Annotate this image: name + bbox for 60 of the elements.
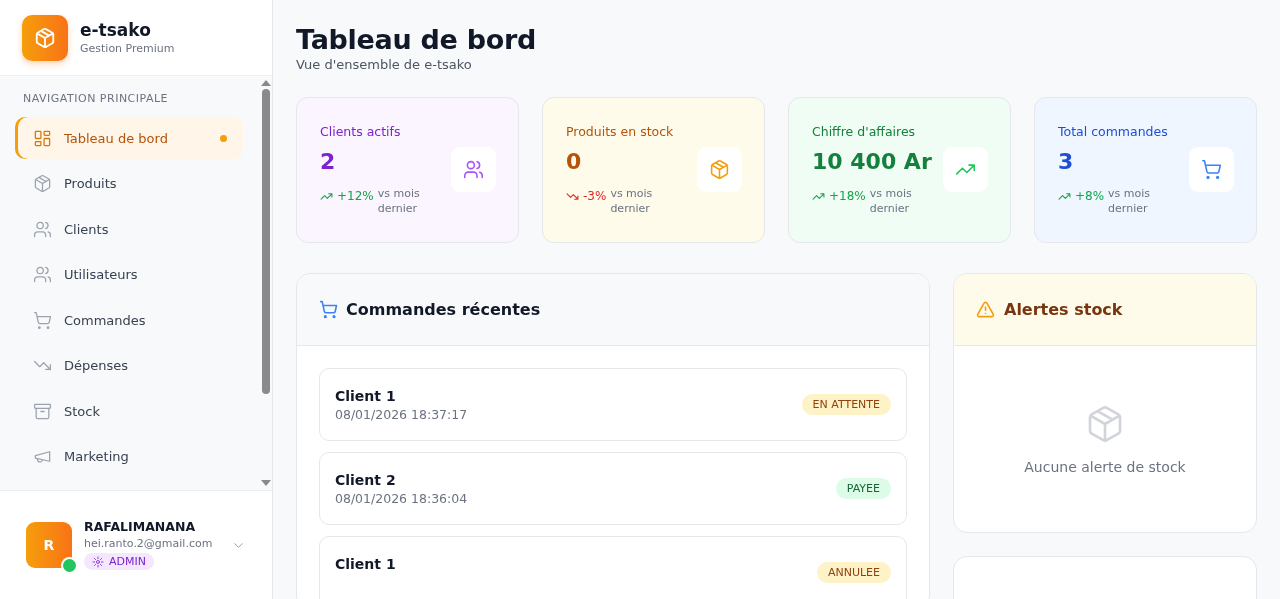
brand-name: e-tsako <box>80 20 152 40</box>
stat-label: Produits en stock <box>566 124 674 139</box>
stat-change: +12% <box>337 189 374 203</box>
cart-icon <box>1201 159 1222 180</box>
order-date: 08/01/2026 18:36:04 <box>335 490 468 506</box>
panel-title: Alertes stock <box>1004 300 1123 319</box>
stat-note: vs mois dernier <box>377 186 421 216</box>
dashboard-icon <box>33 128 52 148</box>
page-title: Tableau de bord <box>296 24 537 55</box>
order-client: Client 2 <box>335 471 397 488</box>
order-date: 08/01/2026 18:37:17 <box>335 406 468 422</box>
stat-change: +18% <box>829 189 866 203</box>
stat-note: vs mois dernier <box>1108 186 1152 216</box>
box-icon <box>34 26 56 49</box>
nav-item[interactable]: Clients <box>15 208 243 250</box>
order-card[interactable]: Client 2 08/01/2026 18:36:04 PAYEE <box>319 452 907 525</box>
order-card[interactable]: Client 1 ANNULEE <box>319 536 907 599</box>
stat-note: vs mois dernier <box>610 186 654 216</box>
status-badge: ANNULEE <box>816 562 891 583</box>
archive-icon <box>33 401 52 421</box>
active-indicator-dot <box>220 134 227 142</box>
nav-item[interactable]: Stock <box>15 390 243 432</box>
nav-item[interactable]: Dépenses <box>15 344 243 387</box>
order-client: Client 1 <box>335 555 396 572</box>
order-client: Client 1 <box>335 387 397 404</box>
warning-icon <box>976 300 995 319</box>
nav-item[interactable]: Utilisateurs <box>15 253 243 296</box>
cart-icon <box>319 300 338 319</box>
stat-label: Total commandes <box>1058 124 1169 139</box>
box-icon <box>709 159 730 180</box>
nav-item[interactable]: Tableau de bord <box>15 117 243 159</box>
nav-item[interactable]: Commandes <box>15 299 243 341</box>
settings-icon <box>92 555 104 568</box>
box-icon <box>33 174 52 193</box>
brand-subtitle: Gestion Premium <box>80 42 175 55</box>
stat-label: Clients actifs <box>320 124 402 139</box>
nav-item[interactable]: Produits <box>15 162 243 205</box>
stat-note: vs mois dernier <box>869 186 913 216</box>
stat-change: -3% <box>583 189 607 203</box>
empty-message: Aucune alerte de stock <box>1024 458 1186 475</box>
user-name: RAFALIMANANA <box>84 518 197 534</box>
order-card[interactable]: Client 1 08/01/2026 18:37:17 EN ATTENTE <box>319 368 907 441</box>
users-icon <box>463 159 484 180</box>
stat-value: 3 <box>1058 149 1075 174</box>
status-badge: EN ATTENTE <box>801 394 891 415</box>
status-badge: PAYEE <box>835 478 891 499</box>
stat-value: 2 <box>320 149 337 174</box>
role-badge: ADMIN <box>84 553 154 570</box>
users-icon <box>33 219 52 239</box>
cart-icon <box>33 310 52 330</box>
users-icon <box>33 265 52 284</box>
nav-section-title: NAVIGATION PRINCIPALE <box>22 92 170 105</box>
panel-title: Commandes récentes <box>346 300 541 319</box>
stat-value: 10 400 Ar <box>812 149 932 174</box>
page-subtitle: Vue d'ensemble de e-tsako <box>296 57 473 72</box>
stat-change: +8% <box>1075 189 1105 203</box>
stat-value: 0 <box>566 149 583 174</box>
user-email: hei.ranto.2@gmail.com <box>84 536 214 550</box>
stat-label: Chiffre d'affaires <box>812 124 917 139</box>
nav-item[interactable]: Marketing <box>15 435 243 478</box>
